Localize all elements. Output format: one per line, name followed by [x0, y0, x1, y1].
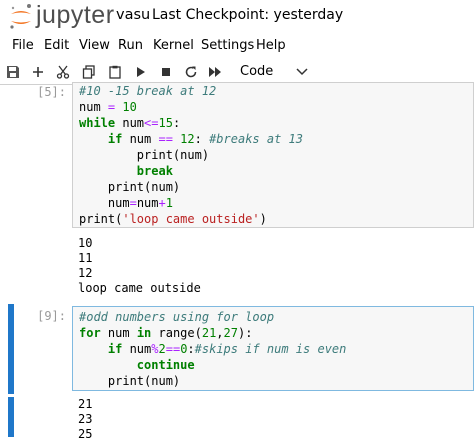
cut-icon[interactable] — [53, 63, 73, 81]
code-line: for num in range(21,27): — [79, 326, 253, 340]
cell-type-label: Code — [240, 64, 274, 79]
code-line: #odd numbers using for loop — [79, 310, 275, 324]
menu-edit[interactable]: Edit — [44, 38, 69, 53]
cell-type-dropdown[interactable]: Code — [234, 62, 310, 82]
code-line: print(num) — [79, 180, 181, 194]
cell-output: 21 23 25 — [78, 397, 92, 442]
output-line: 21 — [78, 397, 93, 411]
code-line: #10 -15 break at 12 — [79, 84, 217, 98]
code-line: break — [136, 164, 173, 178]
restart-icon[interactable] — [181, 63, 201, 81]
output-line: 23 — [78, 412, 93, 426]
code-line: while num<=15: — [79, 116, 181, 130]
notebook-panel: [5]: #10 -15 break at 12 num = 10 while … — [0, 82, 474, 441]
menu-settings[interactable]: Settings — [201, 38, 254, 53]
menu-run[interactable]: Run — [118, 38, 143, 53]
code-line: print(num) — [79, 148, 210, 162]
code-text: #odd numbers using for loop for num in r… — [79, 309, 346, 389]
output-line: 12 — [78, 266, 93, 280]
code-line: if num == 12: #breaks at 13 — [107, 132, 303, 146]
output-line: 10 — [78, 236, 93, 250]
output-line: 25 — [78, 427, 93, 441]
run-icon[interactable] — [131, 63, 151, 81]
code-line: print(num) — [79, 374, 181, 388]
code-line: num=num+1 — [79, 196, 173, 210]
code-text: #10 -15 break at 12 num = 10 while num<=… — [79, 83, 303, 227]
jupyter-logo-text: jupyter — [36, 1, 115, 29]
checkpoint-status: Last Checkpoint: yesterday — [152, 7, 344, 23]
output-collapser[interactable] — [8, 397, 14, 437]
menu-help[interactable]: Help — [256, 38, 286, 53]
jupyter-logo-icon[interactable] — [8, 2, 36, 32]
output-line: 11 — [78, 251, 93, 265]
fast-forward-icon[interactable] — [205, 63, 225, 81]
menu-kernel[interactable]: Kernel — [153, 38, 194, 53]
code-line: if num%2==0:#skips if num is even — [107, 342, 347, 356]
input-prompt: [5]: — [37, 85, 66, 99]
code-line: continue — [136, 358, 195, 372]
copy-icon[interactable] — [79, 63, 99, 81]
notebook-name[interactable]: vasu — [116, 7, 150, 23]
menubar: File Edit View Run Kernel Settings Help — [0, 35, 474, 57]
paste-icon[interactable] — [105, 63, 125, 81]
code-cell-editor[interactable]: #10 -15 break at 12 num = 10 while num<=… — [72, 82, 474, 228]
output-line: loop came outside — [78, 281, 201, 295]
chevron-down-icon — [296, 68, 308, 76]
plus-icon[interactable] — [28, 63, 48, 81]
menu-view[interactable]: View — [79, 38, 110, 53]
input-prompt: [9]: — [37, 309, 66, 323]
code-line: print('loop came outside') — [79, 212, 267, 226]
menu-file[interactable]: File — [12, 38, 34, 53]
code-line: num = 10 — [79, 100, 137, 114]
stop-icon[interactable] — [156, 63, 176, 81]
save-icon[interactable] — [3, 63, 23, 81]
notebook-header: jupyter vasu Last Checkpoint: yesterday — [0, 0, 474, 34]
cell-output: 10 11 12 loop came outside — [78, 236, 201, 296]
code-cell-editor[interactable]: #odd numbers using for loop for num in r… — [72, 306, 474, 391]
